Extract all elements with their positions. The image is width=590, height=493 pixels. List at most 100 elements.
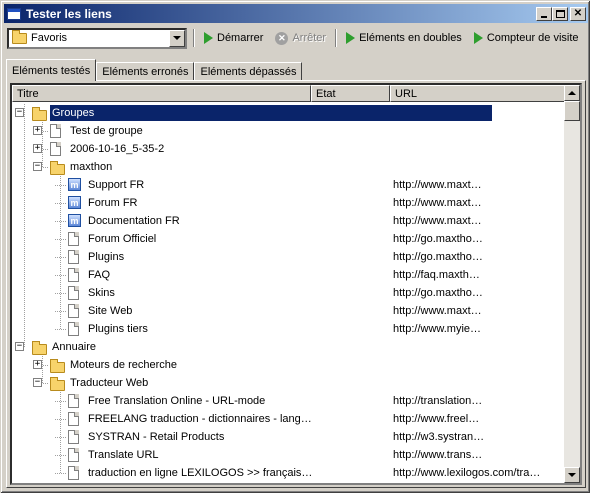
folder-icon xyxy=(50,160,66,176)
tree-connector xyxy=(55,473,66,474)
stop-button: ✕ Arrêter xyxy=(272,27,329,49)
tree-row[interactable]: traduction en ligne LEXILOGOS >> françai… xyxy=(12,464,567,482)
stop-label: Arrêter xyxy=(292,32,327,44)
scroll-thumb[interactable] xyxy=(564,101,580,121)
minimize-button[interactable] xyxy=(536,6,552,21)
play-icon xyxy=(204,32,213,44)
row-url: http://faq.maxth… xyxy=(393,269,480,281)
duplicates-button[interactable]: Eléments en doubles xyxy=(343,27,465,49)
tree-row[interactable]: Skins http://go.maxtho… xyxy=(12,284,567,302)
tree-row[interactable]: m Documentation FR http://www.maxt… xyxy=(12,212,567,230)
page-icon-shape xyxy=(68,394,79,408)
title-bar[interactable]: Tester les liens ✕ xyxy=(4,4,588,23)
tab-exceeded[interactable]: Eléments dépassés xyxy=(194,62,303,81)
tree-row[interactable]: SYSTRAN - Retail Products http://w3.systr… xyxy=(12,428,567,446)
column-state[interactable]: Etat xyxy=(311,85,390,102)
collapse-icon[interactable]: − xyxy=(15,342,24,351)
row-title: Site Web xyxy=(88,305,133,317)
page-icon-shape xyxy=(50,124,61,138)
maxthon-icon: m xyxy=(68,178,84,194)
tree-row[interactable]: FREELANG traduction - dictionnaires - la… xyxy=(12,410,567,428)
maxthon-icon: m xyxy=(68,214,84,230)
expand-icon[interactable]: + xyxy=(33,360,42,369)
tree-row[interactable]: − Annuaire xyxy=(12,338,567,356)
tree-row[interactable]: m Support FR http://www.maxt… xyxy=(12,176,567,194)
row-title: Test de groupe xyxy=(70,125,143,137)
tree-row[interactable]: Free Translation Online - URL-mode http:/… xyxy=(12,392,567,410)
expand-icon[interactable]: + xyxy=(33,144,42,153)
tree-guide-line xyxy=(60,392,61,473)
tree-row[interactable]: FAQ http://faq.maxth… xyxy=(12,266,567,284)
folder-icon xyxy=(50,358,66,374)
tree-row[interactable]: − maxthon xyxy=(12,158,567,176)
scroll-down-button[interactable] xyxy=(564,467,580,483)
column-header: Titre Etat URL xyxy=(12,85,567,102)
row-url: http://go.maxtho… xyxy=(393,233,483,245)
source-combo-value: Favoris xyxy=(31,32,68,44)
expand-icon[interactable]: + xyxy=(33,126,42,135)
folder-icon-shape xyxy=(32,107,47,121)
tree-rows: − Groupes + Test de groupe +2006-10-16_5-35-… xyxy=(12,104,567,483)
row-title: traduction en ligne LEXILOGOS >> françai… xyxy=(88,467,313,479)
maximize-icon xyxy=(555,9,565,18)
duplicates-label: Eléments en doubles xyxy=(359,32,462,44)
row-url: http://go.maxtho… xyxy=(393,287,483,299)
tree-guide-line xyxy=(24,104,25,347)
tree-row[interactable]: + Moteurs de recherche xyxy=(12,356,567,374)
page-icon-shape xyxy=(68,430,79,444)
tree-row[interactable]: Plugins tiers http://www.myie… xyxy=(12,320,567,338)
tree-row[interactable]: +2006-10-16_5-35-2 xyxy=(12,140,567,158)
minimize-icon xyxy=(541,15,547,18)
tree-connector xyxy=(55,329,66,330)
tree-row[interactable]: Forum Officiel http://go.maxtho… xyxy=(12,230,567,248)
row-url: http://www.lexilogos.com/tra… xyxy=(393,467,541,479)
column-url[interactable]: URL xyxy=(390,85,567,102)
tree-row[interactable]: + Test de groupe xyxy=(12,122,567,140)
tree-row[interactable]: − Traducteur Web xyxy=(12,374,567,392)
vertical-scrollbar[interactable] xyxy=(564,85,580,483)
collapse-icon[interactable]: − xyxy=(33,378,42,387)
source-combo[interactable]: Favoris xyxy=(7,27,187,49)
close-button[interactable]: ✕ xyxy=(570,6,586,21)
collapse-icon[interactable]: − xyxy=(33,162,42,171)
maximize-button[interactable] xyxy=(552,6,568,21)
tab-tested[interactable]: Eléments testés xyxy=(6,59,97,81)
links-tree[interactable]: Titre Etat URL − Groupes + Test de groupe +2… xyxy=(10,83,582,485)
maxthon-icon-shape: m xyxy=(68,214,81,227)
combo-dropdown-button[interactable] xyxy=(169,29,185,47)
page-icon-shape xyxy=(68,286,79,300)
start-button[interactable]: Démarrer xyxy=(201,27,266,49)
close-icon: ✕ xyxy=(573,7,583,19)
row-url: http://translation… xyxy=(393,395,483,407)
window-title: Tester les liens xyxy=(26,6,112,21)
row-url: http://www.maxt… xyxy=(393,305,482,317)
page-icon-shape xyxy=(68,250,79,264)
tree-row[interactable]: − Groupes xyxy=(12,104,567,122)
page-icon xyxy=(68,448,84,464)
folder-icon xyxy=(50,376,66,392)
toolbar-separator xyxy=(193,29,195,47)
arrow-down-icon xyxy=(568,473,576,477)
tab-errors[interactable]: Eléments erronés xyxy=(96,62,195,81)
tab-panel: Titre Etat URL − Groupes + Test de groupe +2… xyxy=(6,80,586,488)
page-icon xyxy=(68,268,84,284)
scroll-up-button[interactable] xyxy=(564,85,580,101)
window: Tester les liens ✕ Favoris Démarrer ✕ Ar… xyxy=(0,0,590,493)
row-title: Annuaire xyxy=(52,341,97,353)
row-title: Translate URL xyxy=(88,449,159,461)
tree-row[interactable]: Site Web http://www.maxt… xyxy=(12,302,567,320)
page-icon xyxy=(68,466,84,482)
start-label: Démarrer xyxy=(217,32,264,44)
tree-row[interactable]: Plugins http://go.maxtho… xyxy=(12,248,567,266)
row-url: http://www.maxt… xyxy=(393,179,482,191)
tree-row[interactable]: m Forum FR http://www.maxt… xyxy=(12,194,567,212)
page-icon xyxy=(68,250,84,266)
column-title[interactable]: Titre xyxy=(12,85,311,102)
tree-row[interactable]: Translate URL http://www.trans… xyxy=(12,446,567,464)
chevron-down-icon xyxy=(173,36,181,40)
folder-icon xyxy=(32,340,48,356)
visit-counter-button[interactable]: Compteur de visite xyxy=(471,27,582,49)
row-title: Plugins tiers xyxy=(88,323,148,335)
collapse-icon[interactable]: − xyxy=(15,108,24,117)
page-icon-shape xyxy=(68,466,79,480)
